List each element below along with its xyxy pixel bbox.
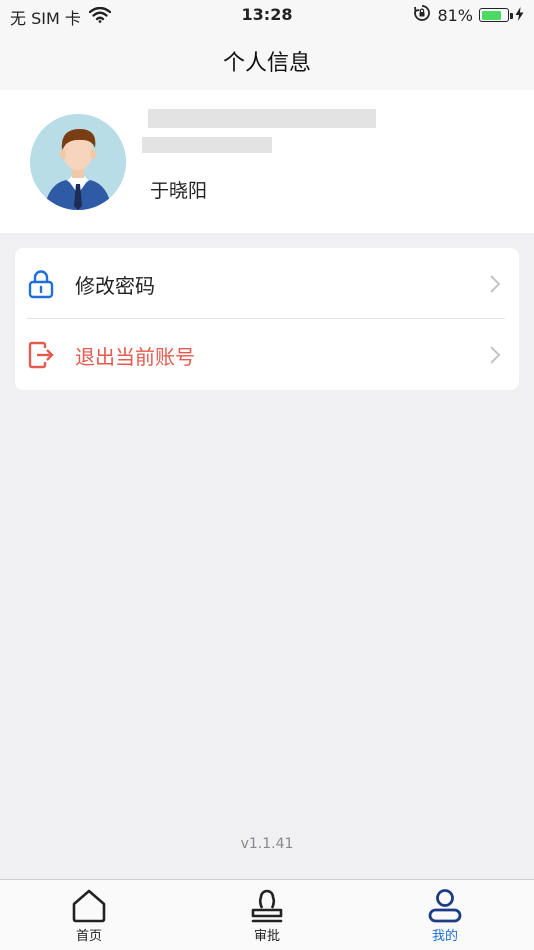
chevron-right-icon xyxy=(489,345,501,365)
menu-item-change-password[interactable]: 修改密码 xyxy=(15,248,519,318)
logout-icon xyxy=(27,340,55,370)
settings-menu: 修改密码 退出当前账号 xyxy=(15,248,519,390)
page-title: 个人信息 xyxy=(222,51,311,76)
status-right: 81% xyxy=(413,4,524,26)
battery-cap xyxy=(510,12,513,19)
profile-icon xyxy=(427,888,463,924)
menu-item-label: 修改密码 xyxy=(75,274,155,298)
home-icon xyxy=(71,888,107,924)
nav-bar: 个人信息 xyxy=(0,30,534,90)
tab-approval[interactable]: 审批 xyxy=(178,880,356,950)
rotation-lock-icon xyxy=(413,4,431,26)
battery-percent: 81% xyxy=(437,5,473,25)
battery-fill xyxy=(481,10,502,20)
chevron-right-icon xyxy=(489,274,501,294)
redacted-company xyxy=(148,109,376,128)
menu-item-label: 退出当前账号 xyxy=(75,345,195,369)
app-version: v1.1.41 xyxy=(240,836,294,852)
tab-home[interactable]: 首页 xyxy=(0,880,178,950)
user-avatar-icon xyxy=(30,114,126,210)
tab-label: 首页 xyxy=(75,929,102,944)
redacted-phone xyxy=(142,137,272,153)
status-bar: 无 SIM 卡 13:28 81% xyxy=(0,0,534,30)
tab-label: 我的 xyxy=(431,929,458,944)
battery-icon xyxy=(479,8,513,22)
tab-label: 审批 xyxy=(253,929,280,944)
profile-card: 于晓阳 xyxy=(0,90,534,233)
lock-icon xyxy=(27,269,55,299)
charging-bolt-icon xyxy=(515,6,524,25)
tab-mine[interactable]: 我的 xyxy=(356,880,534,950)
menu-item-logout[interactable]: 退出当前账号 xyxy=(15,319,519,389)
approval-stamp-icon xyxy=(249,888,285,924)
screen: 无 SIM 卡 13:28 81% 个人信息 于晓阳 修改密码 退出当前账号 v… xyxy=(0,0,534,950)
tab-bar: 首页 审批 我的 xyxy=(0,879,534,950)
user-name: 于晓阳 xyxy=(150,180,208,202)
